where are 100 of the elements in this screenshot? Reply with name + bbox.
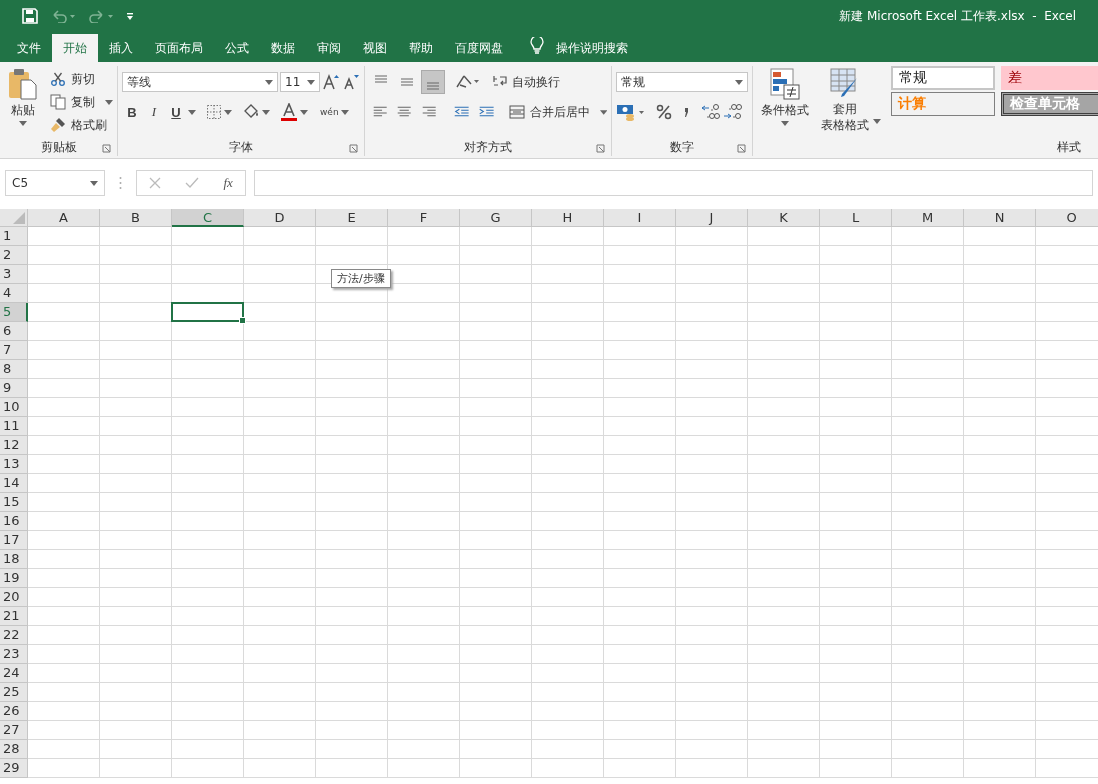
ribbon-tab[interactable]: 审阅 bbox=[306, 34, 352, 62]
dialog-launcher-icon[interactable] bbox=[596, 144, 605, 153]
ribbon-tab[interactable]: 数据 bbox=[260, 34, 306, 62]
row-header[interactable]: 8 bbox=[0, 360, 28, 379]
increase-font-size-icon[interactable] bbox=[322, 73, 340, 91]
row-header[interactable]: 21 bbox=[0, 607, 28, 626]
row-header[interactable]: 24 bbox=[0, 664, 28, 683]
column-header[interactable]: F bbox=[388, 209, 460, 227]
active-cell[interactable] bbox=[171, 302, 244, 322]
comma-style-icon[interactable] bbox=[682, 105, 690, 119]
text-orientation-icon[interactable] bbox=[455, 73, 481, 91]
row-header[interactable]: 9 bbox=[0, 379, 28, 398]
column-header[interactable]: I bbox=[604, 209, 676, 227]
dropdown-arrow-icon[interactable] bbox=[873, 119, 881, 124]
redo-icon[interactable] bbox=[88, 9, 114, 23]
row-header[interactable]: 1 bbox=[0, 227, 28, 246]
ribbon-tab[interactable]: 公式 bbox=[214, 34, 260, 62]
column-header[interactable]: B bbox=[100, 209, 172, 227]
row-header[interactable]: 19 bbox=[0, 569, 28, 588]
dialog-launcher-icon[interactable] bbox=[349, 144, 358, 153]
currency-icon[interactable] bbox=[616, 103, 646, 121]
row-header[interactable]: 28 bbox=[0, 740, 28, 759]
font-color-icon[interactable] bbox=[280, 103, 298, 121]
number-format-field[interactable]: 常规 bbox=[616, 72, 748, 92]
increase-decimal-icon[interactable] bbox=[700, 103, 720, 121]
ribbon-tab[interactable]: 文件 bbox=[6, 34, 52, 62]
row-header[interactable]: 17 bbox=[0, 531, 28, 550]
borders-icon[interactable] bbox=[206, 104, 222, 120]
underline-button[interactable]: U bbox=[166, 104, 186, 120]
ribbon-tab[interactable]: 帮助 bbox=[398, 34, 444, 62]
column-header[interactable]: G bbox=[460, 209, 532, 227]
row-header[interactable]: 6 bbox=[0, 322, 28, 341]
column-header[interactable]: K bbox=[748, 209, 820, 227]
ribbon-tab[interactable]: 插入 bbox=[98, 34, 144, 62]
cell-style-swatch[interactable]: 差 bbox=[1001, 66, 1098, 90]
name-box[interactable]: C5 bbox=[5, 170, 105, 196]
row-header[interactable]: 13 bbox=[0, 455, 28, 474]
row-header[interactable]: 15 bbox=[0, 493, 28, 512]
dialog-launcher-icon[interactable] bbox=[737, 144, 746, 153]
dropdown-arrow-icon[interactable] bbox=[224, 109, 232, 115]
cell-style-swatch[interactable]: 常规 bbox=[891, 66, 995, 90]
column-header[interactable]: H bbox=[532, 209, 604, 227]
column-header[interactable]: E bbox=[316, 209, 388, 227]
row-header[interactable]: 20 bbox=[0, 588, 28, 607]
row-header[interactable]: 5 bbox=[0, 303, 28, 322]
row-header[interactable]: 11 bbox=[0, 417, 28, 436]
save-icon[interactable] bbox=[22, 8, 38, 24]
dropdown-arrow-icon[interactable] bbox=[105, 99, 113, 105]
row-header[interactable]: 22 bbox=[0, 626, 28, 645]
cell-grid[interactable]: 方法/步骤 bbox=[28, 227, 1098, 778]
font-size-field[interactable]: 11 bbox=[280, 72, 320, 92]
row-header[interactable]: 4 bbox=[0, 284, 28, 303]
decrease-decimal-icon[interactable] bbox=[722, 103, 742, 121]
dropdown-arrow-icon[interactable] bbox=[188, 109, 196, 115]
ribbon-tab[interactable]: 百度网盘 bbox=[444, 34, 514, 62]
format-painter-button[interactable]: 格式刷 bbox=[50, 115, 113, 135]
dialog-launcher-icon[interactable] bbox=[102, 144, 111, 153]
column-header[interactable]: M bbox=[892, 209, 964, 227]
ribbon-tab[interactable]: 开始 bbox=[52, 34, 98, 62]
column-header[interactable]: A bbox=[28, 209, 100, 227]
check-icon[interactable] bbox=[185, 177, 200, 189]
column-header[interactable]: D bbox=[244, 209, 316, 227]
dropdown-arrow-icon[interactable] bbox=[340, 109, 349, 115]
paste-button[interactable]: 粘贴 bbox=[4, 66, 42, 128]
row-header[interactable]: 12 bbox=[0, 436, 28, 455]
font-name-field[interactable]: 等线 bbox=[122, 72, 278, 92]
column-header[interactable]: J bbox=[676, 209, 748, 227]
row-header[interactable]: 16 bbox=[0, 512, 28, 531]
row-header[interactable]: 27 bbox=[0, 721, 28, 740]
column-header[interactable]: L bbox=[820, 209, 892, 227]
row-header[interactable]: 25 bbox=[0, 683, 28, 702]
undo-icon[interactable] bbox=[50, 9, 76, 23]
column-header[interactable]: C bbox=[172, 209, 244, 227]
bold-button[interactable]: B bbox=[122, 104, 142, 120]
cut-button[interactable]: 剪切 bbox=[50, 69, 113, 89]
phonetic-guide-button[interactable]: wén bbox=[320, 107, 339, 117]
dropdown-arrow-icon[interactable] bbox=[300, 109, 308, 115]
row-header[interactable]: 7 bbox=[0, 341, 28, 360]
row-header[interactable]: 23 bbox=[0, 645, 28, 664]
italic-button[interactable]: I bbox=[144, 104, 164, 120]
wrap-text-button[interactable]: 自动换行 bbox=[493, 72, 560, 92]
decrease-font-size-icon[interactable] bbox=[342, 73, 360, 91]
row-header[interactable]: 26 bbox=[0, 702, 28, 721]
tell-me-search-field[interactable]: 操作说明搜索 bbox=[556, 34, 628, 62]
row-header[interactable]: 29 bbox=[0, 759, 28, 778]
percent-icon[interactable] bbox=[656, 104, 672, 120]
conditional-formatting-button[interactable]: 条件格式 bbox=[757, 66, 813, 128]
formula-input-field[interactable] bbox=[254, 170, 1093, 196]
ribbon-tab[interactable]: 页面布局 bbox=[144, 34, 214, 62]
dropdown-arrow-icon[interactable] bbox=[262, 109, 270, 115]
row-header[interactable]: 18 bbox=[0, 550, 28, 569]
ribbon-tab[interactable]: 视图 bbox=[352, 34, 398, 62]
copy-button[interactable]: 复制 bbox=[50, 92, 95, 112]
row-header[interactable]: 3 bbox=[0, 265, 28, 284]
format-as-table-button[interactable]: 套用 表格格式 bbox=[817, 66, 873, 134]
row-header[interactable]: 2 bbox=[0, 246, 28, 265]
merge-center-button[interactable]: 合并后居中 bbox=[509, 102, 591, 122]
column-header[interactable]: N bbox=[964, 209, 1036, 227]
column-header[interactable]: O bbox=[1036, 209, 1098, 227]
dropdown-arrow-icon[interactable] bbox=[599, 109, 607, 115]
